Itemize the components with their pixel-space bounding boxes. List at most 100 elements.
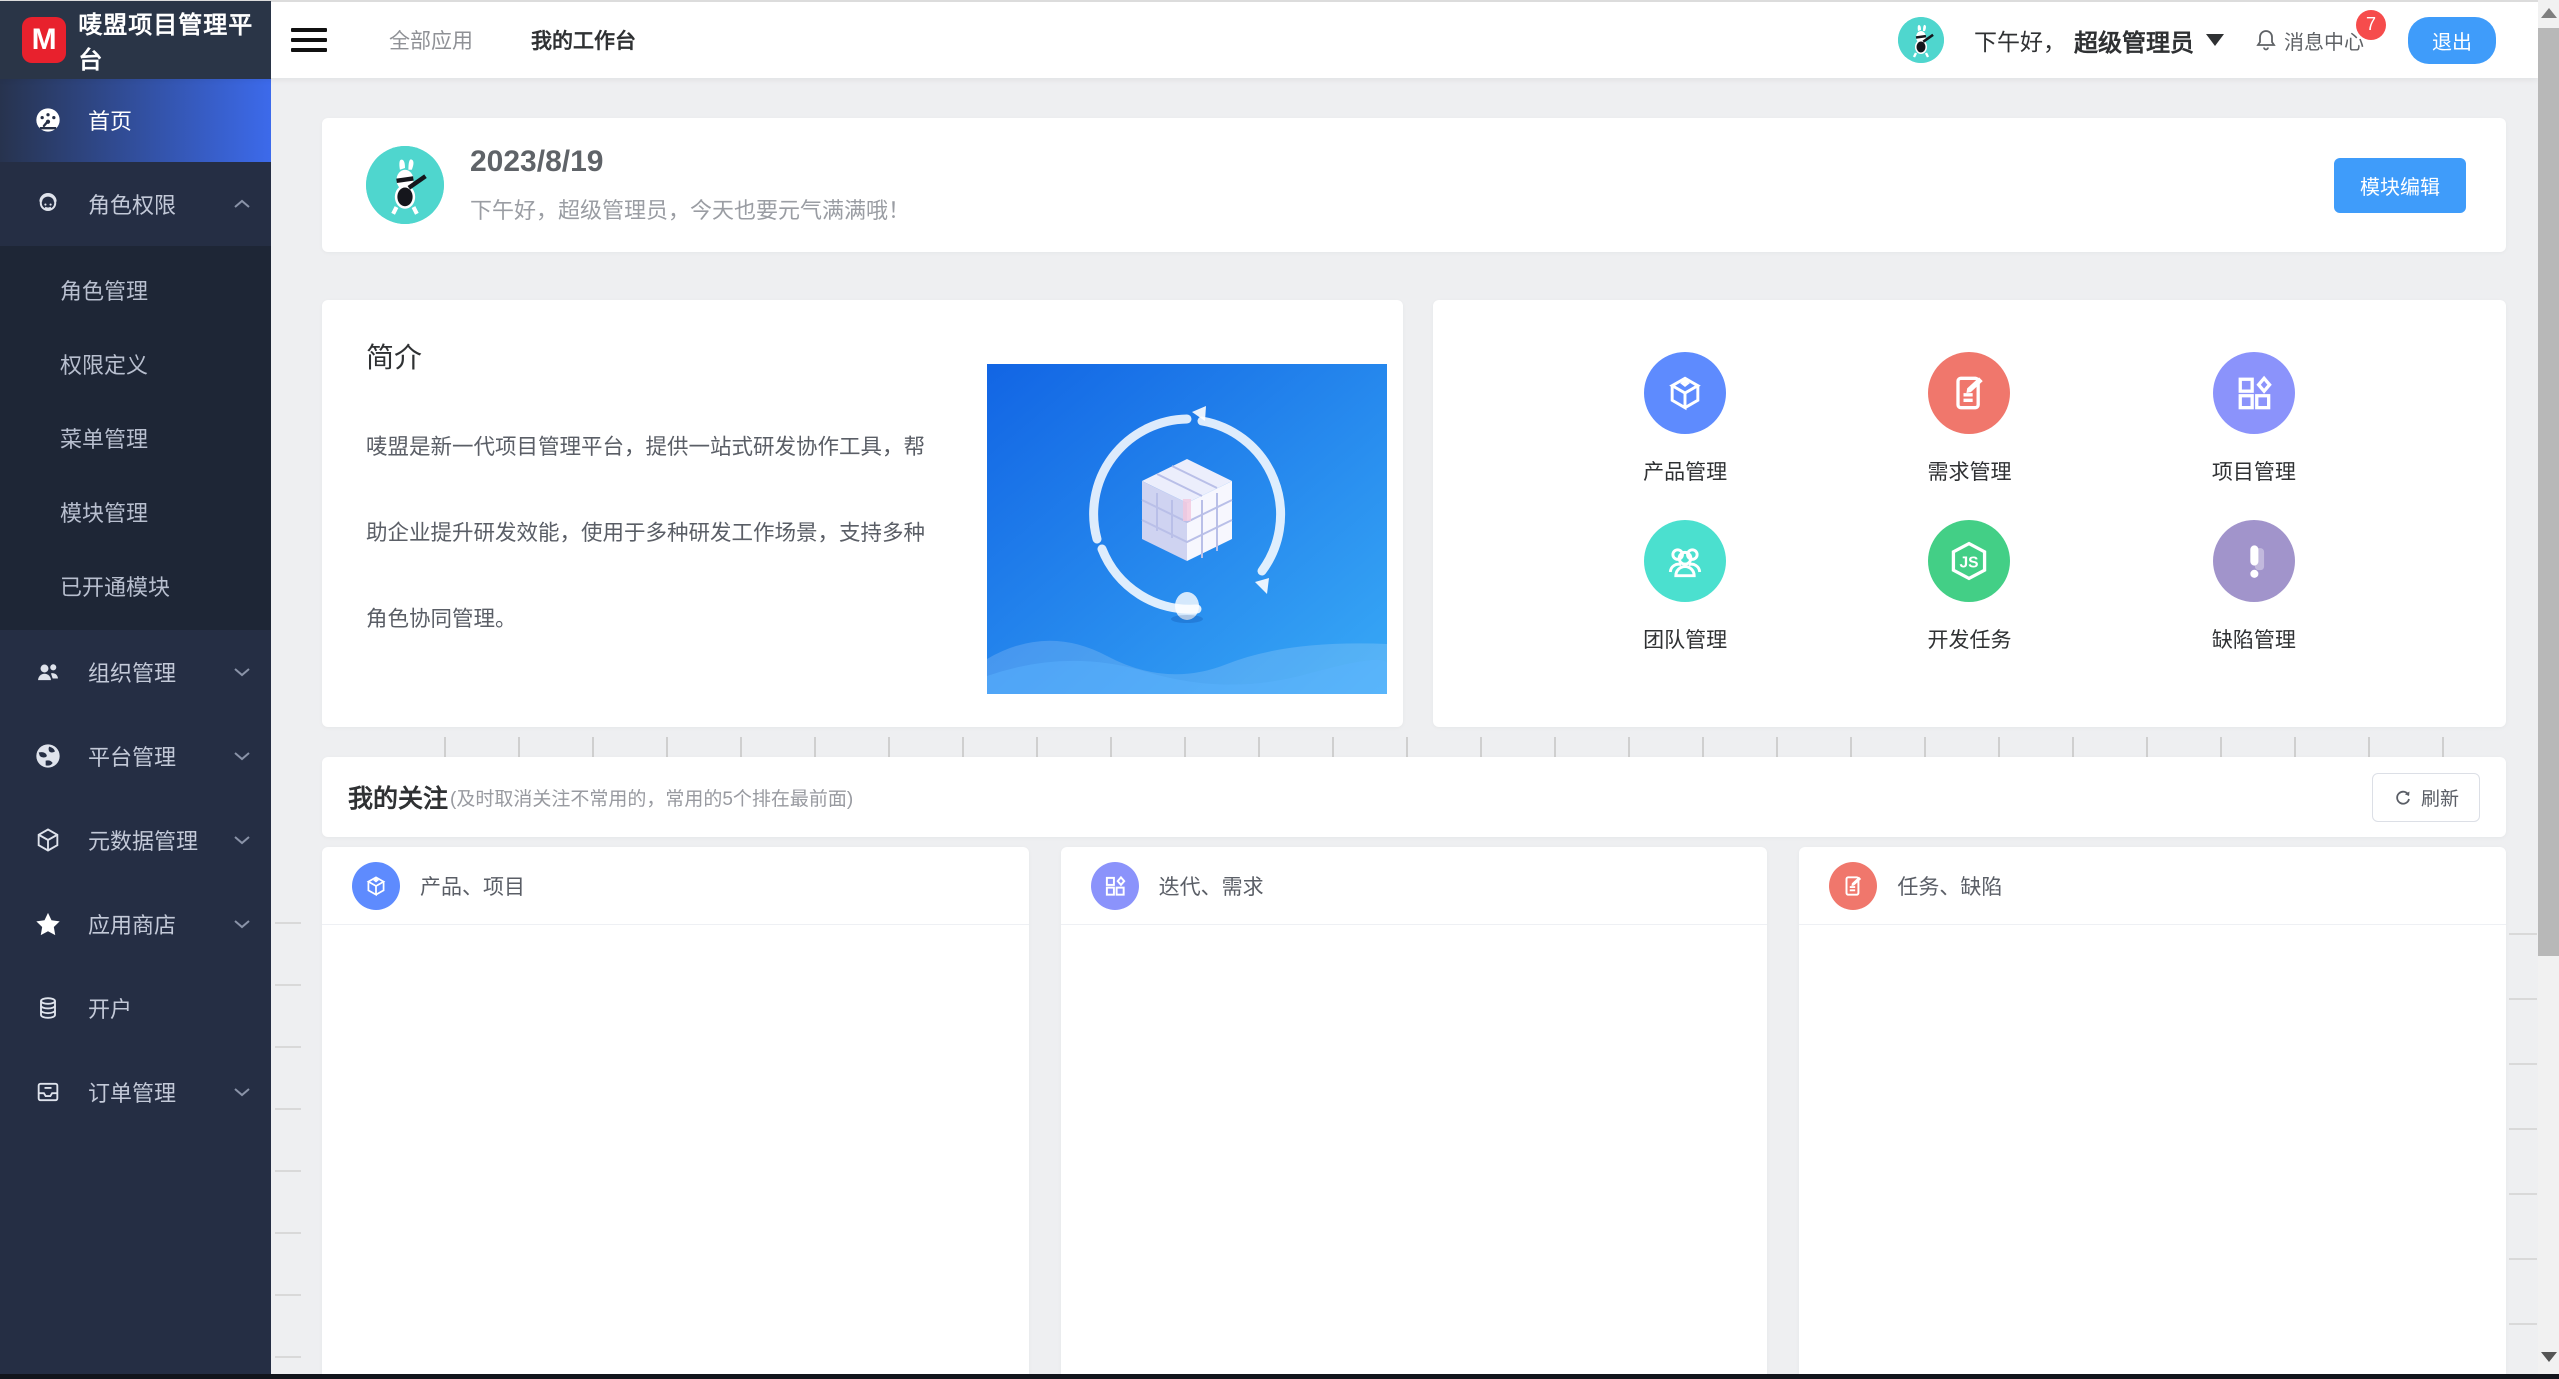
sidebar-item-label: 角色权限 [88,188,176,220]
sidebar-item-organization[interactable]: 组织管理 [0,630,271,714]
sidebar-subitem-module-management[interactable]: 模块管理 [0,475,271,549]
project-grid-icon [2232,371,2276,415]
grid-ticks [372,737,2494,757]
sidebar-item-label: 订单管理 [88,1076,176,1108]
focus-card-product-project[interactable]: 产品、项目 [322,847,1029,1379]
top-bar: M 唛盟项目管理平台 全部应用 我的工作台 [0,0,2538,78]
requirement-doc-icon [1840,873,1866,899]
focus-card-title: 任务、缺陷 [1897,871,2002,901]
defect-exclamation-icon [2232,539,2276,583]
my-focus-title: 我的关注 [348,779,448,815]
intro-text: 唛盟是新一代项目管理平台，提供一站式研发协作工具，帮助企业提升研发效能，使用于多… [366,404,944,662]
project-grid-icon [1102,873,1128,899]
module-label: 团队管理 [1643,624,1727,654]
app-store-star-icon [34,910,62,938]
role-user-icon [34,190,62,218]
vertical-scrollbar[interactable] [2538,0,2559,1379]
sidebar-item-label: 首页 [88,104,132,136]
app-window: M 唛盟项目管理平台 全部应用 我的工作台 [0,0,2559,1379]
focus-card-title: 产品、项目 [420,871,525,901]
greeting-prefix: 下午好， [1974,23,2066,57]
my-focus-header: 我的关注 (及时取消关注不常用的，常用的5个排在最前面) 刷新 [322,757,2506,837]
chevron-down-icon [233,750,251,762]
welcome-card: 2023/8/19 下午好，超级管理员，今天也要元气满满哦！ 模块编辑 [322,118,2506,252]
tab-my-workbench[interactable]: 我的工作台 [531,25,636,55]
focus-card-task-defect[interactable]: 任务、缺陷 [1799,847,2506,1379]
sidebar-subitem-permission-definition[interactable]: 权限定义 [0,327,271,401]
sidebar-subitem-opened-modules[interactable]: 已开通模块 [0,549,271,623]
chevron-down-icon [2206,34,2224,46]
refresh-label: 刷新 [2421,784,2459,811]
module-label: 项目管理 [2212,456,2296,486]
user-avatar[interactable] [1898,17,1944,63]
focus-cards-row: 产品、项目 迭代、需求 [322,847,2506,1379]
welcome-message: 下午好，超级管理员，今天也要元气满满哦！ [470,193,910,225]
module-defect-management[interactable]: 缺陷管理 [2212,520,2296,688]
sidebar-item-role-permissions[interactable]: 角色权限 [0,162,271,246]
refresh-button[interactable]: 刷新 [2372,773,2480,822]
main-content: 2023/8/19 下午好，超级管理员，今天也要元气满满哦！ 模块编辑 简介 唛… [271,78,2538,1379]
chevron-down-icon [233,918,251,930]
scroll-down-arrow-icon[interactable] [2541,1352,2557,1362]
message-center-link[interactable]: 消息中心 7 [2254,26,2378,55]
menu-collapse-icon[interactable] [291,22,327,58]
header-right: 下午好，超级管理员 消息中心 7 退出 [1898,17,2538,64]
sidebar-item-home[interactable]: 首页 [0,78,271,162]
sidebar-item-label: 元数据管理 [88,824,198,856]
role-permissions-submenu: 角色管理 权限定义 菜单管理 模块管理 已开通模块 [0,246,271,630]
dev-task-js-icon: JS [1947,539,1991,583]
sidebar-item-metadata[interactable]: 元数据管理 [0,798,271,882]
chevron-down-icon [233,1086,251,1098]
message-center-label: 消息中心 [2284,26,2364,55]
bottom-scroll-strip[interactable] [0,1374,2559,1379]
scroll-up-arrow-icon[interactable] [2541,8,2557,18]
sidebar-subitem-role-management[interactable]: 角色管理 [0,253,271,327]
header-tabs: 全部应用 我的工作台 [389,25,636,55]
module-edit-button[interactable]: 模块编辑 [2334,158,2466,213]
chevron-down-icon [233,834,251,846]
background-grid-lines-right [2509,870,2537,1379]
module-project-management[interactable]: 项目管理 [2212,352,2296,520]
module-product-management[interactable]: 产品管理 [1643,352,1727,520]
sidebar-item-label: 应用商店 [88,908,176,940]
logout-button[interactable]: 退出 [2408,17,2496,64]
team-icon [1663,539,1707,583]
scrollbar-thumb[interactable] [2538,28,2559,956]
module-requirement-management[interactable]: 需求管理 [1927,352,2011,520]
app-logo: M [22,17,66,63]
my-focus-hint: (及时取消关注不常用的，常用的5个排在最前面) [450,784,853,811]
logo-letter: M [32,23,57,57]
modules-card: 产品管理 需求管理 [1433,300,2506,727]
user-menu[interactable]: 下午好，超级管理员 [1974,23,2224,58]
intro-card: 简介 唛盟是新一代项目管理平台，提供一站式研发协作工具，帮助企业提升研发效能，使… [322,300,1403,727]
module-team-management[interactable]: 团队管理 [1643,520,1727,688]
organization-icon [34,658,62,686]
welcome-date: 2023/8/19 [470,145,910,179]
sidebar-item-label: 平台管理 [88,740,176,772]
sidebar-item-platform[interactable]: 平台管理 [0,714,271,798]
module-label: 需求管理 [1927,456,2011,486]
sidebar-item-orders[interactable]: 订单管理 [0,1050,271,1134]
sidebar-item-label: 组织管理 [88,656,176,688]
chevron-down-icon [233,666,251,678]
globe-icon [34,742,62,770]
sidebar-item-label: 开户 [88,992,132,1024]
refresh-icon [2393,787,2413,807]
module-label: 缺陷管理 [2212,624,2296,654]
sidebar-item-app-store[interactable]: 应用商店 [0,882,271,966]
account-open-icon [34,994,62,1022]
order-icon [34,1078,62,1106]
sidebar-item-account-opening[interactable]: 开户 [0,966,271,1050]
logo-area: M 唛盟项目管理平台 [0,1,271,79]
background-grid-lines-left [275,862,301,1379]
tab-all-apps[interactable]: 全部应用 [389,25,473,55]
app-title: 唛盟项目管理平台 [78,5,271,75]
focus-card-iteration-requirement[interactable]: 迭代、需求 [1061,847,1768,1379]
module-dev-task[interactable]: JS 开发任务 [1927,520,2011,688]
metadata-cube-icon [34,826,62,854]
product-cube-icon [1663,371,1707,415]
welcome-texts: 2023/8/19 下午好，超级管理员，今天也要元气满满哦！ [470,145,910,225]
sidebar-subitem-menu-management[interactable]: 菜单管理 [0,401,271,475]
focus-card-title: 迭代、需求 [1159,871,1264,901]
bell-icon [2254,28,2278,52]
